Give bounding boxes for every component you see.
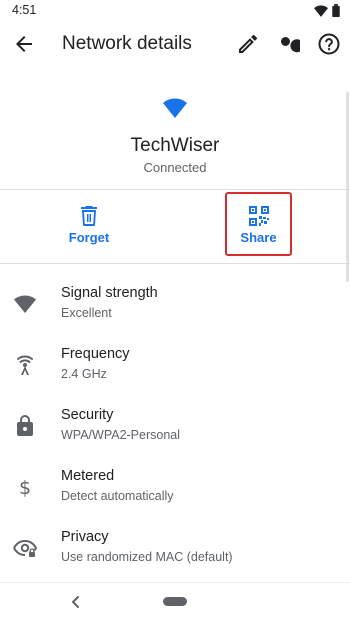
share-button[interactable]: Share (225, 192, 292, 256)
help-icon[interactable] (317, 32, 341, 56)
navigation-bar (0, 582, 350, 622)
lock-icon (17, 415, 33, 436)
app-bar: Network details (0, 22, 350, 68)
wifi-signal-icon (14, 295, 36, 313)
back-arrow-icon[interactable] (12, 32, 36, 56)
privacy-eye-icon (13, 539, 37, 557)
dollar-icon: $ (19, 477, 31, 499)
status-time: 4:51 (12, 3, 37, 17)
network-header: TechWiser Connected (0, 90, 350, 188)
forget-button[interactable]: Forget (50, 196, 128, 256)
wifi-signal-large-icon (163, 98, 187, 118)
detail-privacy: Privacy Use randomized MAC (default) (0, 519, 350, 580)
battery-icon (332, 4, 340, 17)
detail-label: Privacy (61, 529, 109, 545)
detail-signal-strength: Signal strength Excellent (0, 275, 350, 336)
scrollbar[interactable] (346, 92, 349, 282)
qr-code-icon (248, 206, 269, 226)
detail-label: Metered (61, 468, 115, 484)
wifi-status-icon (314, 4, 328, 17)
detail-label: Signal strength (61, 285, 158, 301)
edit-pencil-icon[interactable] (236, 32, 260, 56)
nav-home-pill[interactable] (163, 597, 187, 606)
detail-value: 2.4 GHz (61, 367, 107, 381)
trash-icon (81, 206, 97, 226)
forget-label: Forget (68, 230, 110, 245)
detail-label: Security (61, 407, 114, 423)
detail-value: Use randomized MAC (default) (61, 550, 233, 564)
detail-label: Frequency (61, 346, 130, 362)
nav-back-icon[interactable] (67, 593, 85, 611)
network-name: TechWiser (130, 135, 220, 156)
antenna-icon (17, 355, 33, 375)
detail-frequency: Frequency 2.4 GHz (0, 336, 350, 397)
detail-value: WPA/WPA2-Personal (61, 428, 181, 442)
action-row: Forget Share (0, 190, 350, 262)
search-icon[interactable] (276, 32, 300, 56)
svg-text:$: $ (19, 477, 31, 499)
detail-value: Excellent (61, 306, 112, 320)
detail-metered: $ Metered Detect automatically (0, 458, 350, 519)
detail-security: Security WPA/WPA2-Personal (0, 397, 350, 458)
network-status: Connected (143, 160, 207, 175)
detail-value: Detect automatically (61, 489, 174, 503)
status-bar: 4:51 (0, 0, 350, 22)
page-title: Network details (62, 33, 192, 54)
details-list: Signal strength Excellent Frequency 2.4 … (0, 275, 350, 580)
divider (0, 263, 350, 264)
share-label: Share (240, 230, 277, 245)
status-icons (314, 4, 340, 17)
